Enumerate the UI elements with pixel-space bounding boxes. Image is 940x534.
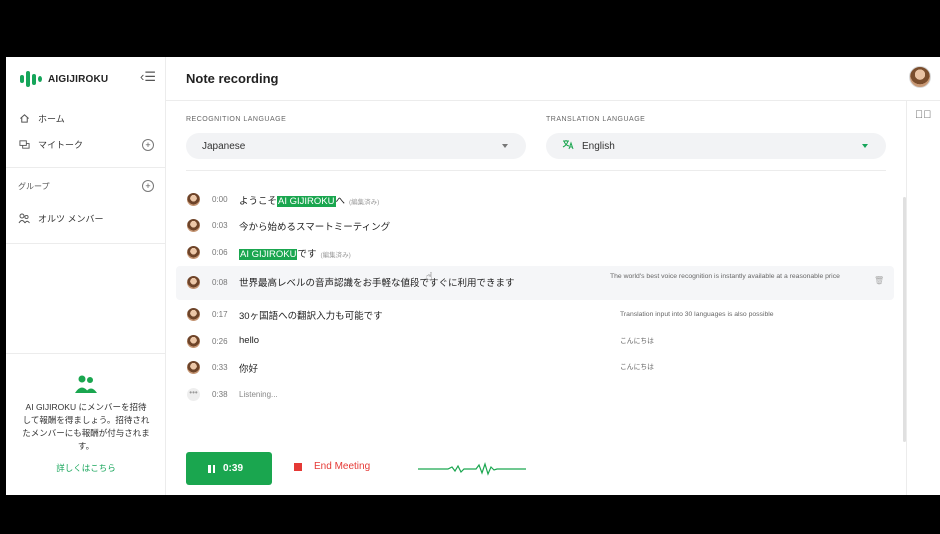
transcript-row[interactable]: 0:06 AI GIJIROKUです (編集済み)	[176, 240, 894, 266]
transcript-row[interactable]: 0:03 今から始めるスマートミーティング	[176, 213, 894, 239]
speaker-avatar	[187, 308, 200, 321]
edited-tag: (編集済み)	[320, 252, 351, 259]
members-icon	[18, 213, 30, 225]
timestamp: 0:06	[212, 248, 228, 257]
translation-text: The world's best voice recognition is in…	[610, 273, 840, 280]
recording-timer: 0:39	[223, 463, 244, 474]
timestamp: 0:03	[212, 221, 228, 230]
sidebar-item-members[interactable]: オルツ メンバー	[18, 212, 104, 225]
brand-logo-icon	[20, 71, 42, 87]
timestamp: 0:08	[212, 278, 228, 287]
sidebar-item-label: オルツ メンバー	[38, 214, 104, 224]
recognition-language-select[interactable]: Japanese	[186, 133, 526, 159]
chevron-down-icon	[862, 144, 868, 148]
trash-icon[interactable]: 🗑	[874, 276, 884, 285]
audio-waveform-icon	[418, 462, 526, 476]
translation-text: こんにちは	[620, 364, 654, 371]
speaker-avatar	[187, 193, 200, 206]
page-title: Note recording	[186, 71, 279, 86]
highlighted-term: AI GIJIROKU	[277, 196, 336, 207]
listening-row: ••• 0:38 Listening...	[176, 382, 894, 408]
transcript-text[interactable]: 今から始めるスマートミーティング	[239, 219, 390, 233]
collapse-menu-icon[interactable]: ‹☰	[140, 70, 156, 84]
header-divider	[166, 100, 940, 101]
stop-icon	[294, 462, 302, 471]
transcript-scrollbar[interactable]	[903, 197, 906, 442]
transcript-text[interactable]: hello	[239, 335, 259, 346]
invite-panel: AI GIJIROKU にメンバーを招待して報酬を得ましょう。招待されたメンバー…	[6, 353, 166, 495]
home-icon	[18, 113, 30, 125]
sidebar-item-label: ホーム	[38, 114, 65, 124]
highlighted-term: AI GIJIROKU	[239, 249, 298, 260]
pause-icon	[208, 464, 215, 473]
transcript-text[interactable]: 30ヶ国語への翻訳入力も可能です	[239, 308, 383, 322]
brand-name: AIGIJIROKU	[48, 73, 109, 85]
chevron-down-icon	[502, 144, 508, 148]
main-panel: Note recording ≣⃓ RECOGNITION LANGUAGE J…	[166, 57, 940, 495]
sidebar-divider	[6, 243, 166, 244]
panel-toggle-icon[interactable]: ≣⃓	[915, 109, 932, 121]
invite-members-icon	[74, 374, 98, 394]
speaker-avatar	[187, 246, 200, 259]
listening-dots-icon: •••	[187, 388, 200, 401]
chat-icon	[18, 139, 30, 151]
sidebar: AIGIJIROKU ‹☰ ホーム マイトーク + グループ + オルツ メンバ…	[6, 57, 166, 495]
transcript-text[interactable]: ようこそAI GIJIROKUへ (編集済み)	[239, 193, 379, 207]
transcript-row[interactable]: 0:00 ようこそAI GIJIROKUへ (編集済み)	[176, 187, 894, 213]
transcript-row[interactable]: 0:17 30ヶ国語への翻訳入力も可能です Translation input …	[176, 302, 894, 328]
app-window: AIGIJIROKU ‹☰ ホーム マイトーク + グループ + オルツ メンバ…	[6, 57, 940, 495]
add-group-button[interactable]: +	[142, 180, 154, 192]
translation-text: Translation input into 30 languages is a…	[620, 311, 774, 318]
transcript-text[interactable]: 你好	[239, 361, 258, 375]
recognition-language-value: Japanese	[202, 140, 246, 152]
group-section-label: グループ	[18, 182, 50, 191]
section-divider	[186, 170, 886, 171]
sidebar-item-label: マイトーク	[38, 140, 84, 150]
translate-icon	[562, 139, 574, 153]
edited-tag: (編集済み)	[349, 199, 380, 206]
transcript-text[interactable]: 世界最高レベルの音声認識をお手軽な値段ですぐに利用できます	[239, 275, 515, 289]
translation-language-select[interactable]: English	[546, 133, 886, 159]
sidebar-divider	[6, 167, 166, 168]
recognition-language-label: RECOGNITION LANGUAGE	[186, 116, 287, 123]
speaker-avatar	[187, 276, 200, 289]
end-meeting-button[interactable]: End Meeting	[294, 461, 370, 472]
add-talk-button[interactable]: +	[142, 139, 154, 151]
transcript-row-hovered[interactable]: 0:08 世界最高レベルの音声認識をお手軽な値段ですぐに利用できます ☝ The…	[176, 266, 894, 300]
speaker-avatar	[187, 335, 200, 348]
timestamp: 0:38	[212, 390, 228, 399]
listening-status: Listening...	[239, 390, 278, 399]
timestamp: 0:17	[212, 310, 228, 319]
timestamp: 0:26	[212, 337, 228, 346]
right-rail: ≣⃓	[906, 101, 940, 495]
user-avatar[interactable]	[909, 66, 931, 88]
transcript-row[interactable]: 0:33 你好 こんにちは	[176, 355, 894, 381]
brand[interactable]: AIGIJIROKU	[20, 67, 108, 91]
translation-text: こんにちは	[620, 338, 654, 345]
sidebar-item-home[interactable]: ホーム	[18, 112, 65, 125]
timestamp: 0:00	[212, 195, 228, 204]
end-meeting-label: End Meeting	[314, 461, 371, 472]
sidebar-item-my-talk[interactable]: マイトーク	[18, 138, 83, 151]
translation-language-value: English	[582, 140, 615, 152]
speaker-avatar	[187, 219, 200, 232]
transcript-text[interactable]: AI GIJIROKUです (編集済み)	[239, 246, 351, 260]
speaker-avatar	[187, 361, 200, 374]
translation-language-label: TRANSLATION LANGUAGE	[546, 116, 646, 123]
timestamp: 0:33	[212, 363, 228, 372]
invite-details-link[interactable]: 詳しくはこちら	[6, 462, 166, 474]
transcript-row[interactable]: 0:26 hello こんにちは	[176, 329, 894, 355]
invite-message: AI GIJIROKU にメンバーを招待して報酬を得ましょう。招待されたメンバー…	[22, 402, 150, 451]
hand-cursor-icon: ☝	[426, 271, 433, 283]
pause-recording-button[interactable]: 0:39	[186, 452, 272, 485]
